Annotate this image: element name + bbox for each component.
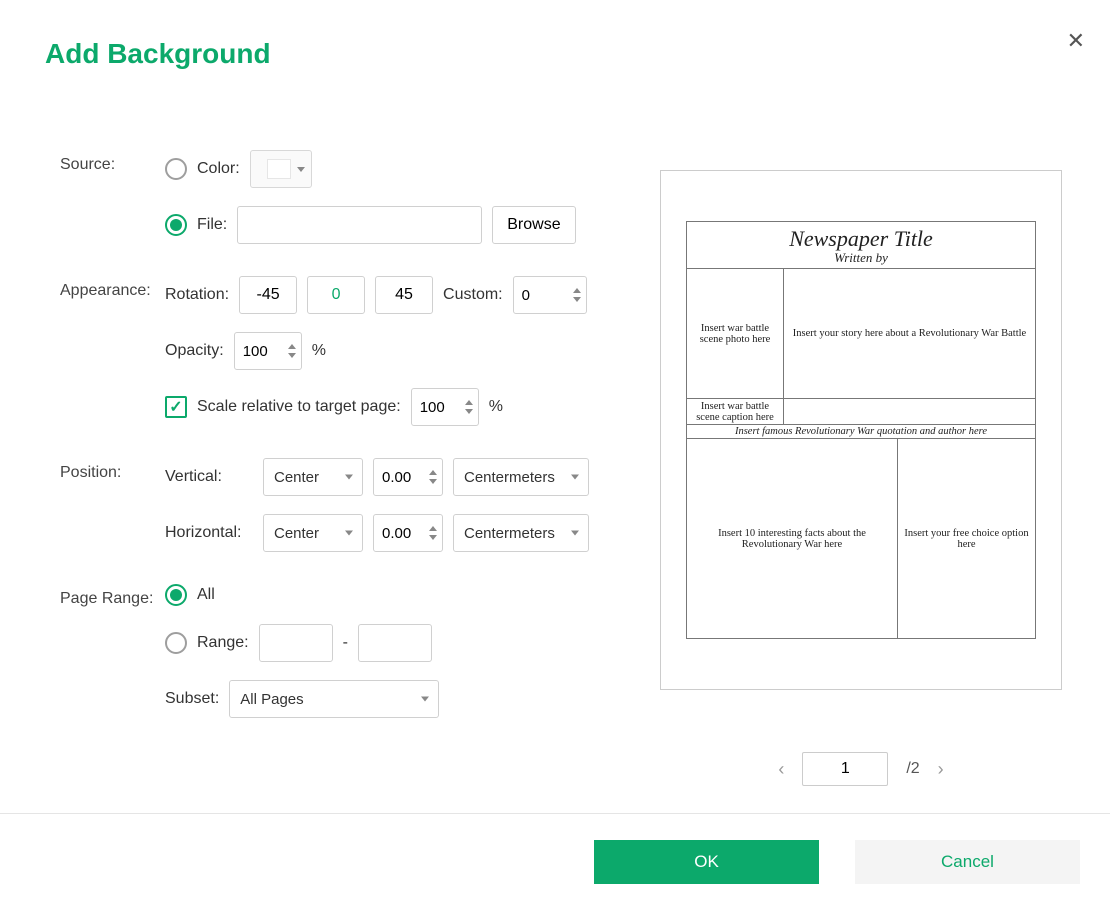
doc-title: Newspaper Title bbox=[687, 226, 1035, 252]
rotation-label: Rotation: bbox=[165, 286, 229, 304]
range-to-input[interactable] bbox=[358, 624, 432, 662]
color-picker[interactable] bbox=[250, 150, 312, 188]
chevron-down-icon bbox=[345, 531, 353, 536]
subset-select[interactable]: All Pages bbox=[229, 680, 439, 718]
appearance-label: Appearance: bbox=[60, 276, 165, 300]
preview-document: Newspaper Title Written by Insert war ba… bbox=[686, 221, 1036, 639]
file-label: File: bbox=[197, 216, 227, 234]
stepper-up-icon[interactable] bbox=[573, 288, 581, 293]
close-icon[interactable]: ✕ bbox=[1067, 28, 1085, 54]
source-color-radio[interactable] bbox=[165, 158, 187, 180]
percent-label: % bbox=[489, 398, 503, 416]
rotation-0-button[interactable]: 0 bbox=[307, 276, 365, 314]
rotation-neg45-button[interactable]: -45 bbox=[239, 276, 297, 314]
chevron-down-icon bbox=[571, 475, 579, 480]
doc-cell-caption: Insert war battle scene caption here bbox=[687, 399, 783, 424]
stepper-down-icon[interactable] bbox=[465, 409, 473, 414]
doc-cell-free: Insert your free choice option here bbox=[897, 439, 1035, 638]
range-label: Range: bbox=[197, 634, 249, 652]
chevron-down-icon bbox=[571, 531, 579, 536]
opacity-label: Opacity: bbox=[165, 342, 224, 360]
source-label: Source: bbox=[60, 150, 165, 174]
stepper-down-icon[interactable] bbox=[573, 297, 581, 302]
vertical-label: Vertical: bbox=[165, 468, 253, 486]
rotation-45-button[interactable]: 45 bbox=[375, 276, 433, 314]
page-next-icon[interactable]: › bbox=[938, 759, 944, 780]
subset-value: All Pages bbox=[240, 691, 303, 708]
page-total: /2 bbox=[906, 760, 919, 778]
chevron-down-icon bbox=[421, 697, 429, 702]
doc-quote: Insert famous Revolutionary War quotatio… bbox=[687, 425, 1035, 439]
stepper-up-icon[interactable] bbox=[429, 470, 437, 475]
doc-cell-facts: Insert 10 interesting facts about the Re… bbox=[687, 439, 897, 638]
vertical-align-select[interactable]: Center bbox=[263, 458, 363, 496]
horizontal-align-value: Center bbox=[274, 525, 319, 542]
doc-cell-story: Insert your story here about a Revolutio… bbox=[783, 269, 1035, 398]
vertical-align-value: Center bbox=[274, 469, 319, 486]
horizontal-unit-select[interactable]: Centermeters bbox=[453, 514, 589, 552]
doc-cell-empty bbox=[783, 399, 1035, 424]
range-dash: - bbox=[343, 634, 348, 652]
range-from-input[interactable] bbox=[259, 624, 333, 662]
stepper-up-icon[interactable] bbox=[429, 526, 437, 531]
stepper-up-icon[interactable] bbox=[465, 400, 473, 405]
stepper-down-icon[interactable] bbox=[288, 353, 296, 358]
range-all-radio[interactable] bbox=[165, 584, 187, 606]
scale-checkbox[interactable]: ✓ bbox=[165, 396, 187, 418]
range-custom-radio[interactable] bbox=[165, 632, 187, 654]
stepper-down-icon[interactable] bbox=[429, 479, 437, 484]
source-file-radio[interactable] bbox=[165, 214, 187, 236]
subset-label: Subset: bbox=[165, 690, 219, 708]
ok-button[interactable]: OK bbox=[594, 840, 819, 884]
horizontal-unit-value: Centermeters bbox=[464, 525, 555, 542]
all-label: All bbox=[197, 586, 215, 604]
vertical-unit-select[interactable]: Centermeters bbox=[453, 458, 589, 496]
chevron-down-icon bbox=[345, 475, 353, 480]
custom-label: Custom: bbox=[443, 286, 503, 304]
file-input[interactable] bbox=[237, 206, 482, 244]
browse-button[interactable]: Browse bbox=[492, 206, 575, 244]
percent-label: % bbox=[312, 342, 326, 360]
cancel-button[interactable]: Cancel bbox=[855, 840, 1080, 884]
color-label: Color: bbox=[197, 160, 240, 178]
horizontal-align-select[interactable]: Center bbox=[263, 514, 363, 552]
position-label: Position: bbox=[60, 458, 165, 482]
doc-subtitle: Written by bbox=[687, 250, 1035, 266]
vertical-unit-value: Centermeters bbox=[464, 469, 555, 486]
page-range-label: Page Range: bbox=[60, 584, 165, 608]
horizontal-label: Horizontal: bbox=[165, 524, 253, 542]
dialog-title: Add Background bbox=[45, 38, 271, 70]
stepper-up-icon[interactable] bbox=[288, 344, 296, 349]
chevron-down-icon bbox=[297, 167, 305, 172]
doc-cell-photo: Insert war battle scene photo here bbox=[687, 269, 783, 398]
stepper-down-icon[interactable] bbox=[429, 535, 437, 540]
scale-label: Scale relative to target page: bbox=[197, 398, 401, 416]
page-prev-icon[interactable]: ‹ bbox=[778, 759, 784, 780]
preview-panel: Newspaper Title Written by Insert war ba… bbox=[660, 170, 1062, 690]
page-number-input[interactable] bbox=[802, 752, 888, 786]
